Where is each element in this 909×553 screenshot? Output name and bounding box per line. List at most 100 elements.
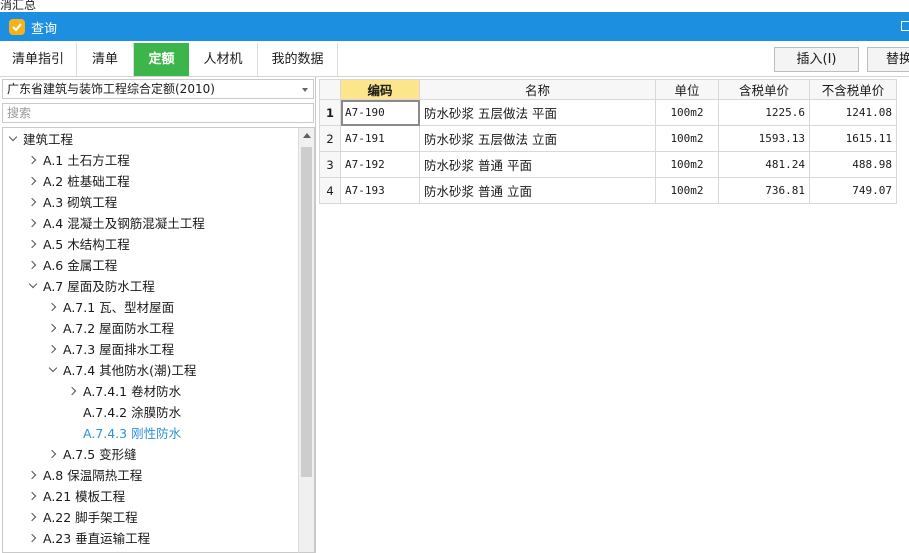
column-header-index bbox=[319, 79, 341, 100]
cell-notax-price[interactable]: 1615.11 bbox=[809, 125, 897, 152]
tree-node[interactable]: A.7.2 屋面防水工程 bbox=[3, 318, 298, 339]
tree-node[interactable]: A.1 土石方工程 bbox=[3, 150, 298, 171]
cell-unit[interactable]: 100m2 bbox=[655, 151, 719, 178]
table-row[interactable]: 3 A7-192 防水砂浆 普通 平面 100m2 481.24 488.98 bbox=[319, 151, 897, 178]
tree-node[interactable]: A.7.5 变形缝 bbox=[3, 444, 298, 465]
replace-button[interactable]: 替换 bbox=[867, 47, 909, 72]
cell-code[interactable]: A7-191 bbox=[340, 125, 420, 152]
tree-node[interactable]: A.7.1 瓦、型材屋面 bbox=[3, 297, 298, 318]
tree-node[interactable]: A.22 脚手架工程 bbox=[3, 507, 298, 528]
chevron-down-icon[interactable] bbox=[27, 276, 39, 297]
chevron-right-icon[interactable] bbox=[27, 213, 39, 234]
tab-list[interactable]: 清单 bbox=[77, 43, 134, 76]
tree-node-label: A.23 垂直运输工程 bbox=[43, 531, 151, 546]
table-row[interactable]: 1 A7-190 防水砂浆 五层做法 平面 100m2 1225.6 1241.… bbox=[319, 99, 897, 126]
chevron-right-icon[interactable] bbox=[27, 192, 39, 213]
chevron-down-icon[interactable] bbox=[302, 88, 308, 92]
chevron-right-icon[interactable] bbox=[47, 297, 59, 318]
table-header-row: 编码 名称 单位 含税单价 不含税单价 bbox=[319, 79, 897, 100]
tab-bar: 清单指引 清单 定额 人材机 我的数据 插入(I) 替换 bbox=[0, 41, 909, 77]
tree-node-label: A.2 桩基础工程 bbox=[43, 174, 130, 189]
row-index: 3 bbox=[319, 151, 341, 178]
cell-tax-price[interactable]: 1225.6 bbox=[718, 99, 810, 126]
chevron-right-icon[interactable] bbox=[27, 150, 39, 171]
column-header-code[interactable]: 编码 bbox=[340, 79, 420, 100]
chevron-right-icon[interactable] bbox=[47, 318, 59, 339]
chevron-right-icon[interactable] bbox=[47, 339, 59, 360]
cell-notax-price[interactable]: 488.98 bbox=[809, 151, 897, 178]
tree-node[interactable]: A.7.4.1 卷材防水 bbox=[3, 381, 298, 402]
chevron-right-icon[interactable] bbox=[47, 444, 59, 465]
cell-name[interactable]: 防水砂浆 普通 平面 bbox=[419, 151, 656, 178]
table-row[interactable]: 2 A7-191 防水砂浆 五层做法 立面 100m2 1593.13 1615… bbox=[319, 125, 897, 152]
tree-node[interactable]: A.6 金属工程 bbox=[3, 255, 298, 276]
column-header-tax-price[interactable]: 含税单价 bbox=[718, 79, 810, 100]
cell-code[interactable]: A7-193 bbox=[340, 177, 420, 204]
tree-node[interactable]: A.7 屋面及防水工程 bbox=[3, 276, 298, 297]
tree-node[interactable]: A.7.4.3 刚性防水 bbox=[3, 423, 298, 444]
chevron-down-icon[interactable] bbox=[47, 360, 59, 381]
cell-tax-price[interactable]: 736.81 bbox=[718, 177, 810, 204]
cell-unit[interactable]: 100m2 bbox=[655, 99, 719, 126]
chevron-right-icon[interactable] bbox=[27, 465, 39, 486]
tree-node[interactable]: A.23 垂直运输工程 bbox=[3, 528, 298, 549]
tab-my-data[interactable]: 我的数据 bbox=[258, 43, 338, 76]
tree-node[interactable]: A.7.3 屋面排水工程 bbox=[3, 339, 298, 360]
chevron-down-icon[interactable] bbox=[7, 129, 19, 150]
tree-node[interactable]: A.5 木结构工程 bbox=[3, 234, 298, 255]
background-window-text: 消汇总 bbox=[0, 0, 37, 12]
tree-node-label: A.21 模板工程 bbox=[43, 489, 126, 504]
tree-node[interactable]: A.4 混凝土及钢筋混凝土工程 bbox=[3, 213, 298, 234]
tree-node[interactable]: A.3 砌筑工程 bbox=[3, 192, 298, 213]
tree-node[interactable]: A.8 保温隔热工程 bbox=[3, 465, 298, 486]
tab-list-guide[interactable]: 清单指引 bbox=[0, 43, 77, 76]
category-tree: 建筑工程 A.1 土石方工程 A.2 桩基础工程 A.3 砌筑工程 A.4 混凝土及钢筋… bbox=[2, 127, 298, 553]
chevron-right-icon[interactable] bbox=[27, 171, 39, 192]
tree-node-label: A.7.4.1 卷材防水 bbox=[83, 384, 182, 399]
tree-node[interactable]: A.21 模板工程 bbox=[3, 486, 298, 507]
insert-button[interactable]: 插入(I) bbox=[774, 47, 859, 72]
row-index: 1 bbox=[319, 99, 341, 126]
tree-node[interactable]: A.7.4.2 涂膜防水 bbox=[3, 402, 298, 423]
search-input[interactable]: 搜索 bbox=[2, 103, 314, 123]
tab-labor-material-machine[interactable]: 人材机 bbox=[189, 43, 258, 76]
results-table: 编码 名称 单位 含税单价 不含税单价 1 A7-190 防水砂浆 五层做法 平… bbox=[319, 79, 897, 204]
cell-name[interactable]: 防水砂浆 普通 立面 bbox=[419, 177, 656, 204]
chevron-right-icon[interactable] bbox=[27, 528, 39, 549]
cell-unit[interactable]: 100m2 bbox=[655, 177, 719, 204]
restore-icon[interactable] bbox=[901, 21, 909, 31]
tree-scrollbar[interactable] bbox=[298, 127, 315, 553]
tab-quota[interactable]: 定额 bbox=[134, 43, 189, 76]
cell-name[interactable]: 防水砂浆 五层做法 立面 bbox=[419, 125, 656, 152]
column-header-notax-price[interactable]: 不含税单价 bbox=[809, 79, 897, 100]
tree-node-label: A.7.3 屋面排水工程 bbox=[63, 342, 175, 357]
tree-node[interactable]: A.2 桩基础工程 bbox=[3, 171, 298, 192]
table-row[interactable]: 4 A7-193 防水砂浆 普通 立面 100m2 736.81 749.07 bbox=[319, 177, 897, 204]
cell-tax-price[interactable]: 481.24 bbox=[718, 151, 810, 178]
tree-node-label: A.7.4 其他防水(潮)工程 bbox=[63, 363, 197, 378]
tree-node[interactable]: A.7.4 其他防水(潮)工程 bbox=[3, 360, 298, 381]
quota-library-value: 广东省建筑与装饰工程综合定额(2010) bbox=[7, 82, 215, 96]
cell-name[interactable]: 防水砂浆 五层做法 平面 bbox=[419, 99, 656, 126]
tree-node[interactable]: 建筑工程 bbox=[3, 129, 298, 150]
results-grid-area: 编码 名称 单位 含税单价 不含税单价 1 A7-190 防水砂浆 五层做法 平… bbox=[317, 77, 909, 553]
chevron-right-icon[interactable] bbox=[27, 507, 39, 528]
cell-tax-price[interactable]: 1593.13 bbox=[718, 125, 810, 152]
column-header-name[interactable]: 名称 bbox=[419, 79, 656, 100]
cell-unit[interactable]: 100m2 bbox=[655, 125, 719, 152]
tree-node-label: A.8 保温隔热工程 bbox=[43, 468, 143, 483]
chevron-right-icon[interactable] bbox=[27, 486, 39, 507]
scrollbar-thumb[interactable] bbox=[301, 147, 312, 477]
scroll-up-icon[interactable] bbox=[303, 133, 311, 138]
chevron-right-icon[interactable] bbox=[27, 255, 39, 276]
cell-code[interactable]: A7-192 bbox=[340, 151, 420, 178]
tree-node-label: A.3 砌筑工程 bbox=[43, 195, 118, 210]
cell-code[interactable]: A7-190 bbox=[340, 99, 420, 126]
chevron-right-icon[interactable] bbox=[27, 234, 39, 255]
tree-node-label: A.4 混凝土及钢筋混凝土工程 bbox=[43, 216, 205, 231]
quota-library-select[interactable]: 广东省建筑与装饰工程综合定额(2010) bbox=[2, 79, 314, 99]
chevron-right-icon[interactable] bbox=[67, 381, 79, 402]
cell-notax-price[interactable]: 1241.08 bbox=[809, 99, 897, 126]
cell-notax-price[interactable]: 749.07 bbox=[809, 177, 897, 204]
column-header-unit[interactable]: 单位 bbox=[655, 79, 719, 100]
